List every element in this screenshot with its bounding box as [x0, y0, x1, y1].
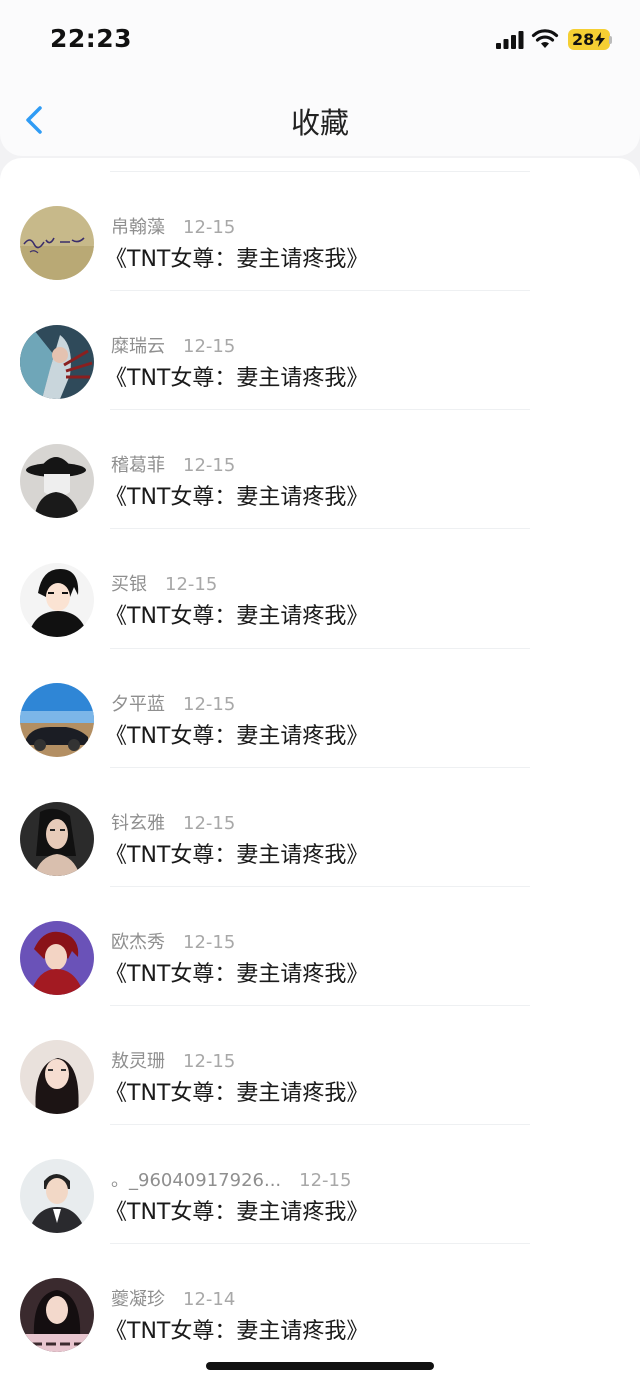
- handwriting-avatar-image: [20, 206, 94, 280]
- item-meta: 。_96040917926... 12-15: [111, 1166, 351, 1192]
- user-name: 买银: [111, 574, 147, 595]
- wifi-icon: [531, 29, 559, 48]
- book-title[interactable]: 《TNT女尊：妻主请疼我》: [105, 479, 368, 511]
- book-title[interactable]: 《TNT女尊：妻主请疼我》: [105, 241, 368, 273]
- item-meta: 帛翰藻 12-15: [111, 213, 235, 239]
- list-item[interactable]: 买银 12-15 《TNT女尊：妻主请疼我》: [0, 528, 640, 647]
- girl-text-avatar-image: [20, 1278, 94, 1352]
- item-date: 12-15: [165, 574, 218, 595]
- nav-bar: 收藏: [0, 80, 640, 156]
- list-item[interactable]: 稽葛菲 12-15 《TNT女尊：妻主请疼我》: [0, 409, 640, 528]
- cellular-signal-icon: [496, 31, 524, 49]
- avatar[interactable]: [20, 563, 94, 637]
- item-date: 12-15: [183, 932, 236, 953]
- home-indicator[interactable]: [206, 1362, 434, 1370]
- item-date: 12-15: [183, 336, 236, 357]
- book-title[interactable]: 《TNT女尊：妻主请疼我》: [105, 718, 368, 750]
- anime-red-avatar-image: [20, 921, 94, 995]
- list-item[interactable]: 欧杰秀 12-15 《TNT女尊：妻主请疼我》: [0, 886, 640, 1005]
- item-meta: 敖灵珊 12-15: [111, 1047, 235, 1073]
- divider: [110, 1005, 530, 1006]
- fantasy-warrior-avatar-image: [20, 325, 94, 399]
- divider: [110, 171, 530, 172]
- item-meta: 欧杰秀 12-15: [111, 928, 235, 954]
- user-name: 糜瑞云: [111, 336, 165, 357]
- list-item[interactable]: 夔凝珍 12-14 《TNT女尊：妻主请疼我》: [0, 1243, 640, 1362]
- book-title[interactable]: 《TNT女尊：妻主请疼我》: [105, 598, 368, 630]
- item-meta: 钭玄雅 12-15: [111, 809, 235, 835]
- list-item[interactable]: 钭玄雅 12-15 《TNT女尊：妻主请疼我》: [0, 767, 640, 886]
- user-name: 欧杰秀: [111, 932, 165, 953]
- book-title[interactable]: 《TNT女尊：妻主请疼我》: [105, 1194, 368, 1226]
- battery-icon: 28: [568, 29, 610, 50]
- woman-dark-avatar-image: [20, 802, 94, 876]
- divider: [110, 767, 530, 768]
- item-date: 12-15: [183, 455, 236, 476]
- item-meta: 稽葛菲 12-15: [111, 451, 235, 477]
- book-title[interactable]: 《TNT女尊：妻主请疼我》: [105, 360, 368, 392]
- item-date: 12-15: [299, 1170, 352, 1191]
- user-name: 敖灵珊: [111, 1051, 165, 1072]
- divider: [110, 1243, 530, 1244]
- book-title[interactable]: 《TNT女尊：妻主请疼我》: [105, 956, 368, 988]
- avatar[interactable]: [20, 1040, 94, 1114]
- hat-person-avatar-image: [20, 444, 94, 518]
- list-item[interactable]: 夕平蓝 12-15 《TNT女尊：妻主请疼我》: [0, 648, 640, 767]
- status-bar: 22:23 28: [0, 0, 640, 80]
- divider: [110, 290, 530, 291]
- item-date: 12-15: [183, 217, 236, 238]
- item-meta: 糜瑞云 12-15: [111, 332, 235, 358]
- item-date: 12-15: [183, 694, 236, 715]
- item-meta: 夕平蓝 12-15: [111, 690, 235, 716]
- user-name: 帛翰藻: [111, 217, 165, 238]
- item-meta: 买银 12-15: [111, 570, 217, 596]
- avatar[interactable]: [20, 206, 94, 280]
- battery-cap: [609, 36, 612, 44]
- charging-bolt-icon: [595, 32, 605, 47]
- item-meta: 夔凝珍 12-14: [111, 1285, 235, 1311]
- avatar[interactable]: [20, 683, 94, 757]
- user-name: 稽葛菲: [111, 455, 165, 476]
- list-item[interactable]: 帛翰藻 12-15 《TNT女尊：妻主请疼我》: [0, 171, 640, 290]
- user-name: 夕平蓝: [111, 694, 165, 715]
- user-name: 夔凝珍: [111, 1289, 165, 1310]
- book-title[interactable]: 《TNT女尊：妻主请疼我》: [105, 1075, 368, 1107]
- list-item[interactable]: 。_96040917926... 12-15 《TNT女尊：妻主请疼我》: [0, 1124, 640, 1243]
- favorites-list: 帛翰藻 12-15 《TNT女尊：妻主请疼我》 糜瑞云 12-15 《TNT女尊：妻…: [0, 158, 640, 1385]
- divider: [110, 1124, 530, 1125]
- anime-boy-avatar-image: [20, 563, 94, 637]
- car-sky-avatar-image: [20, 683, 94, 757]
- status-time: 22:23: [50, 24, 133, 53]
- avatar[interactable]: [20, 1159, 94, 1233]
- user-name: 钭玄雅: [111, 813, 165, 834]
- item-date: 12-15: [183, 813, 236, 834]
- item-date: 12-14: [183, 1289, 236, 1310]
- book-title[interactable]: 《TNT女尊：妻主请疼我》: [105, 837, 368, 869]
- divider: [110, 648, 530, 649]
- avatar[interactable]: [20, 802, 94, 876]
- avatar[interactable]: [20, 1278, 94, 1352]
- divider: [110, 886, 530, 887]
- divider: [110, 528, 530, 529]
- item-date: 12-15: [183, 1051, 236, 1072]
- list-item[interactable]: 敖灵珊 12-15 《TNT女尊：妻主请疼我》: [0, 1005, 640, 1124]
- battery-level: 28: [572, 30, 595, 49]
- avatar[interactable]: [20, 444, 94, 518]
- book-title[interactable]: 《TNT女尊：妻主请疼我》: [105, 1313, 368, 1345]
- avatar[interactable]: [20, 921, 94, 995]
- girl-portrait-avatar-image: [20, 1040, 94, 1114]
- man-suit-avatar-image: [20, 1159, 94, 1233]
- divider: [110, 409, 530, 410]
- avatar[interactable]: [20, 325, 94, 399]
- page-title: 收藏: [290, 106, 349, 140]
- user-name: 。_96040917926...: [111, 1170, 282, 1191]
- list-item[interactable]: 糜瑞云 12-15 《TNT女尊：妻主请疼我》: [0, 290, 640, 409]
